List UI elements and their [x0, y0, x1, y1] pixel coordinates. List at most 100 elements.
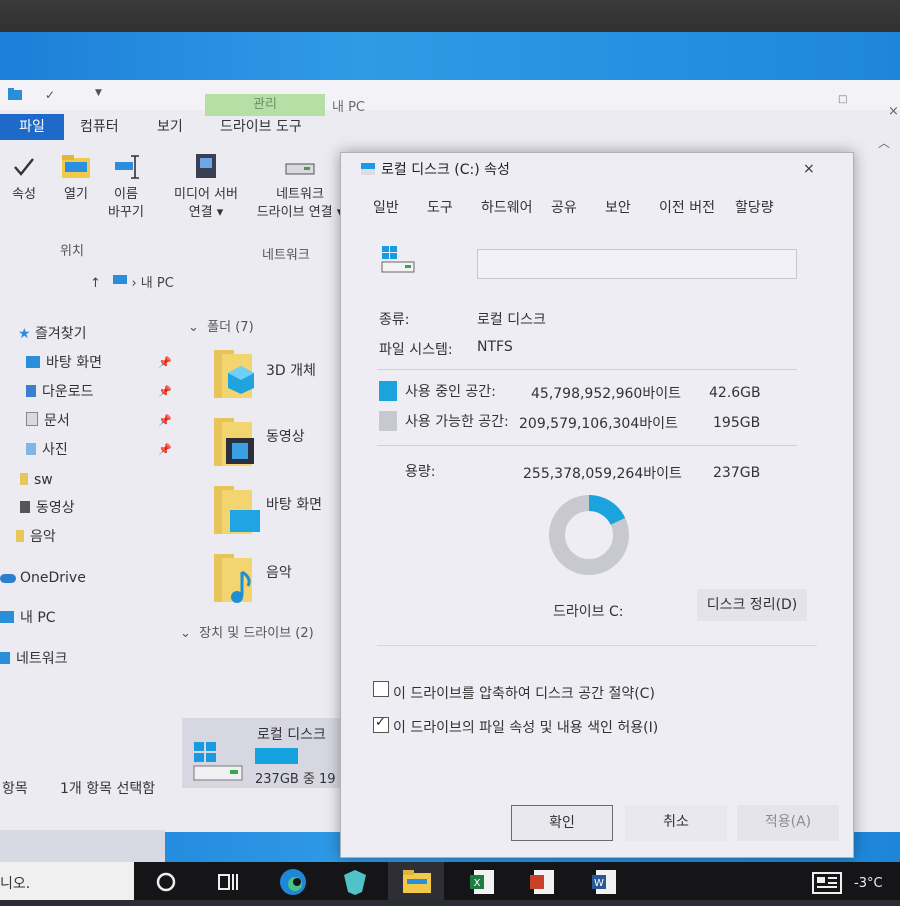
index-checkbox-label[interactable]: 이 드라이브의 파일 속성 및 내용 색인 허용(I): [393, 717, 658, 737]
nav-this-pc[interactable]: 내 PC: [0, 605, 56, 631]
drive-label-input[interactable]: [477, 249, 797, 279]
cancel-button[interactable]: 취소: [625, 805, 727, 841]
edge-browser-icon[interactable]: [278, 867, 308, 897]
check-icon[interactable]: ✓: [45, 88, 55, 102]
weather-temperature[interactable]: -3°C: [854, 876, 883, 891]
status-bar: 항목 1개 항목 선택함: [0, 778, 340, 800]
folders-header[interactable]: ⌄ 폴더 (7): [188, 316, 254, 335]
explorer-title-bar: ✓ ▼ 관리 내 PC □: [0, 80, 900, 116]
separator: [377, 445, 797, 446]
rename-button[interactable]: 이름 바꾸기: [106, 154, 146, 222]
apply-button[interactable]: 적용(A): [737, 805, 839, 841]
close-icon[interactable]: ×: [888, 104, 899, 119]
nav-quick-access[interactable]: ★ 즐겨찾기: [18, 321, 87, 347]
minimize-icon[interactable]: □: [838, 94, 848, 105]
nav-music[interactable]: 음악: [16, 524, 56, 550]
tab-quota[interactable]: 할당량: [735, 197, 774, 217]
ribbon-context-label: 관리: [205, 94, 325, 116]
pictures-icon: [26, 443, 36, 455]
folder-desktop[interactable]: [210, 482, 260, 538]
address-bar[interactable]: ↑ › 내 PC: [90, 272, 174, 296]
excel-icon[interactable]: X: [468, 868, 496, 896]
download-icon: [26, 385, 36, 397]
chevron-down-icon[interactable]: ▼: [95, 88, 102, 98]
type-value: 로컬 디스크: [477, 312, 546, 328]
rename-label-2: 바꾸기: [108, 205, 144, 220]
tab-previous-versions[interactable]: 이전 버전: [659, 197, 715, 217]
free-space-bytes: 209,579,106,304바이트: [519, 416, 678, 432]
task-view-icon[interactable]: [216, 870, 240, 894]
devices-header[interactable]: ⌄ 장치 및 드라이브 (2): [180, 622, 314, 641]
file-system-value: NTFS: [477, 339, 513, 355]
folder-music[interactable]: [210, 550, 260, 606]
nav-desktop[interactable]: 바탕 화면: [26, 350, 102, 376]
media-server-button[interactable]: 미디어 서버 연결 ▾: [164, 154, 248, 222]
nav-videos[interactable]: 동영상: [20, 495, 75, 521]
open-button[interactable]: 열기: [56, 154, 96, 204]
check-properties-icon: [14, 158, 34, 176]
up-arrow-icon[interactable]: ↑: [90, 276, 101, 291]
taskbar-search-box[interactable]: 니오.: [0, 862, 134, 900]
breadcrumb-separator-icon: ›: [131, 276, 141, 291]
word-icon[interactable]: W: [590, 868, 618, 896]
folder-label: 음악: [266, 565, 292, 581]
ribbon-collapse-icon[interactable]: ︿: [878, 134, 890, 151]
tab-hardware[interactable]: 하드웨어: [481, 197, 533, 217]
properties-button[interactable]: 속성: [6, 154, 42, 204]
app-shield-icon[interactable]: [340, 867, 370, 897]
breadcrumb[interactable]: 내 PC: [141, 276, 174, 291]
network-drive-label-1: 네트워크: [276, 187, 324, 202]
music-icon: [16, 530, 24, 542]
file-explorer-icon[interactable]: [402, 869, 432, 895]
tab-security[interactable]: 보안: [605, 197, 631, 217]
tab-sharing[interactable]: 공유: [551, 197, 577, 217]
free-space-swatch: [379, 411, 397, 431]
checkmark-icon: ✓: [375, 715, 386, 730]
desktop-icon: [26, 356, 40, 368]
tab-file[interactable]: 파일: [0, 114, 64, 140]
nav-documents[interactable]: 문서: [26, 408, 70, 434]
nav-sw-label: sw: [34, 472, 53, 488]
folder-3d-objects[interactable]: [210, 346, 260, 402]
capacity-gb: 237GB: [713, 465, 761, 481]
ok-button[interactable]: 확인: [511, 805, 613, 841]
tab-drive-tools[interactable]: 드라이브 도구: [220, 114, 302, 140]
nav-network-label: 네트워크: [16, 651, 68, 667]
powerpoint-icon[interactable]: [528, 868, 556, 896]
news-widget-icon[interactable]: [812, 872, 842, 894]
chevron-down-icon: ⌄: [188, 320, 199, 335]
tab-computer[interactable]: 컴퓨터: [80, 114, 119, 140]
pin-icon[interactable]: 📌: [158, 385, 172, 398]
nav-onedrive[interactable]: OneDrive: [0, 565, 86, 591]
pin-icon[interactable]: 📌: [158, 356, 172, 369]
used-space-swatch: [379, 381, 397, 401]
nav-quick-access-label: 즐겨찾기: [35, 326, 87, 342]
svg-text:W: W: [594, 878, 604, 889]
folders-header-label: 폴더 (7): [207, 320, 254, 335]
nav-downloads-label: 다운로드: [42, 384, 94, 400]
rename-icon: [115, 155, 139, 179]
tab-view[interactable]: 보기: [157, 114, 183, 140]
svg-text:X: X: [474, 878, 481, 889]
nav-downloads[interactable]: 다운로드: [26, 379, 94, 405]
nav-network[interactable]: 네트워크: [0, 646, 68, 672]
compress-checkbox[interactable]: [373, 681, 389, 697]
nav-videos-label: 동영상: [36, 500, 75, 516]
dialog-close-button[interactable]: ×: [803, 161, 815, 177]
pin-icon[interactable]: 📌: [158, 414, 172, 427]
film-icon: [226, 438, 254, 464]
folder-videos[interactable]: [210, 414, 260, 470]
disk-cleanup-button[interactable]: 디스크 정리(D): [697, 589, 807, 621]
dialog-title-text: 로컬 디스크 (C:) 속성: [381, 162, 510, 178]
cortana-icon[interactable]: [154, 870, 178, 894]
used-space-gb: 42.6GB: [709, 385, 761, 401]
nav-sw[interactable]: sw: [20, 467, 53, 493]
separator: [377, 369, 797, 370]
compress-checkbox-label[interactable]: 이 드라이브를 압축하여 디스크 공간 절약(C): [393, 683, 655, 703]
tab-general[interactable]: 일반: [373, 197, 399, 217]
nav-pictures[interactable]: 사진: [26, 437, 68, 463]
index-checkbox[interactable]: ✓: [373, 715, 389, 733]
drive-letter-label: 드라이브 C:: [553, 604, 624, 620]
tab-tools[interactable]: 도구: [427, 197, 453, 217]
pin-icon[interactable]: 📌: [158, 443, 172, 456]
